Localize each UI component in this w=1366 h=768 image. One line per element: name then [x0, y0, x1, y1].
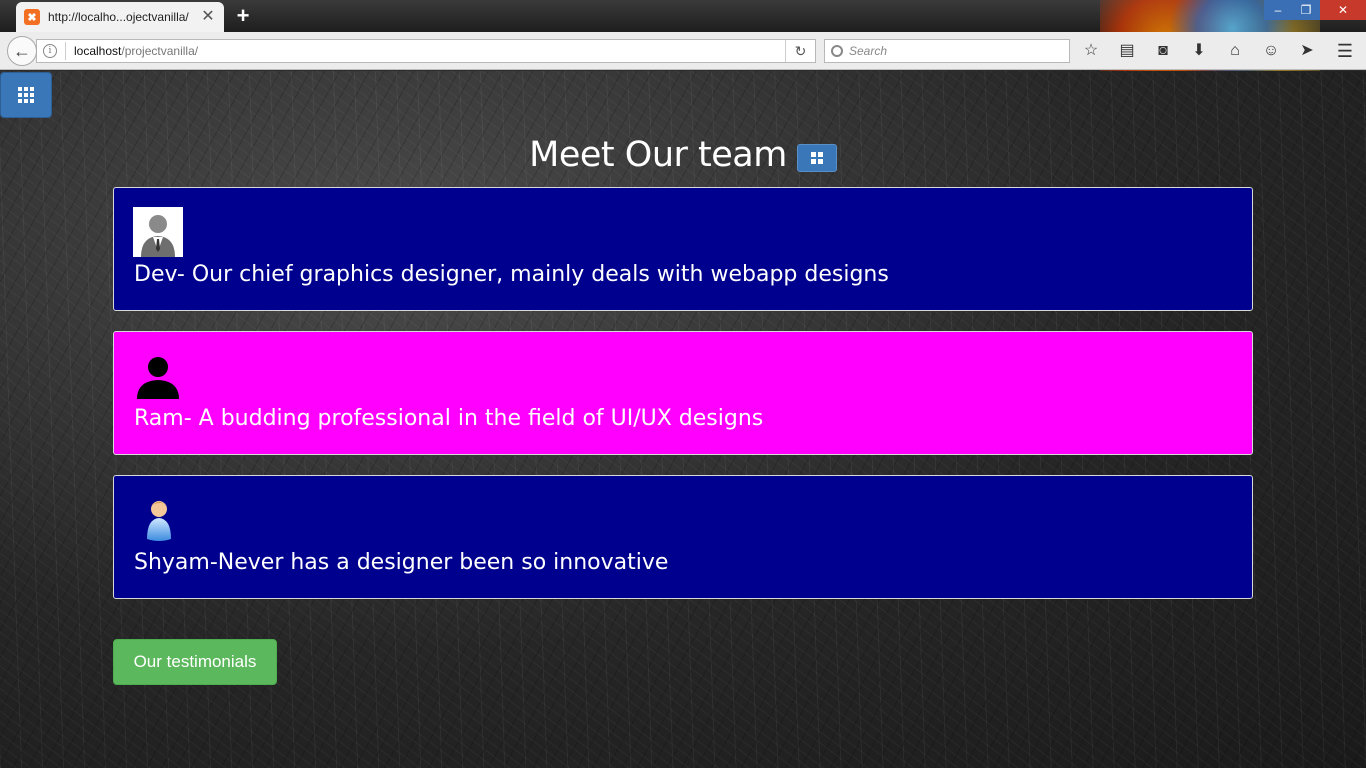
grid-view-button[interactable] [796, 144, 837, 172]
window-controls: – ❐ ✕ [1264, 0, 1366, 20]
reload-icon[interactable]: ↻ [785, 40, 815, 62]
grid-view-icon [810, 152, 823, 164]
minimize-button[interactable]: – [1264, 0, 1292, 20]
star-icon[interactable]: ☆ [1080, 40, 1102, 62]
person-silhouette-icon [137, 357, 179, 399]
team-card-shyam: Shyam-Never has a designer been so innov… [113, 475, 1253, 599]
team-member-text: Shyam-Never has a designer been so innov… [134, 550, 669, 575]
url-host: localhost [74, 44, 122, 58]
page-heading: Meet Our team [0, 135, 1366, 175]
browser-toolbar: ☆ ▤ ◙ ⬇ ⌂ ☺ ➤ [1080, 40, 1318, 62]
team-card-ram: Ram- A budding professional in the field… [113, 331, 1253, 455]
tab-close-icon[interactable]: ✕ [200, 9, 216, 25]
menu-icon[interactable]: ☰ [1334, 40, 1356, 62]
send-icon[interactable]: ➤ [1296, 40, 1318, 62]
team-member-text: Ram- A budding professional in the field… [134, 406, 764, 431]
restore-button[interactable]: ❐ [1292, 0, 1320, 20]
download-icon[interactable]: ⬇ [1188, 40, 1210, 62]
tab-title: http://localho...ojectvanilla/ [48, 10, 189, 24]
page-viewport: Meet Our team Dev- Our chief graphics de… [0, 71, 1366, 768]
xampp-favicon-icon: ✖ [24, 9, 40, 25]
site-info-icon[interactable]: i [43, 44, 57, 58]
team-card-dev: Dev- Our chief graphics designer, mainly… [113, 187, 1253, 311]
back-button[interactable]: ← [7, 36, 37, 66]
browser-tab[interactable]: ✖ http://localho...ojectvanilla/ ✕ [16, 2, 224, 32]
home-icon[interactable]: ⌂ [1224, 40, 1246, 62]
reading-list-icon[interactable]: ▤ [1116, 40, 1138, 62]
pocket-icon[interactable]: ◙ [1152, 40, 1174, 62]
url-path: /projectvanilla/ [121, 44, 199, 58]
page-title: Meet Our team [529, 135, 787, 175]
search-placeholder: Search [849, 44, 888, 58]
new-tab-button[interactable]: + [232, 5, 254, 27]
url-separator [65, 42, 66, 60]
search-icon [831, 45, 843, 57]
browser-titlebar: ✖ http://localho...ojectvanilla/ ✕ + – ❐… [0, 0, 1366, 72]
address-bar[interactable]: i localhost /projectvanilla/ ↻ [36, 39, 816, 63]
apps-grid-button[interactable] [0, 72, 52, 118]
businessman-avatar-icon [133, 207, 183, 257]
apps-grid-icon [18, 87, 34, 103]
team-member-text: Dev- Our chief graphics designer, mainly… [134, 262, 889, 287]
browser-navbar: i localhost /projectvanilla/ ↻ ← Search … [0, 32, 1366, 70]
close-window-button[interactable]: ✕ [1320, 0, 1366, 20]
testimonials-button[interactable]: Our testimonials [113, 639, 277, 685]
user-avatar-icon [147, 501, 171, 541]
smiley-icon[interactable]: ☺ [1260, 40, 1282, 62]
search-input[interactable]: Search [824, 39, 1070, 63]
